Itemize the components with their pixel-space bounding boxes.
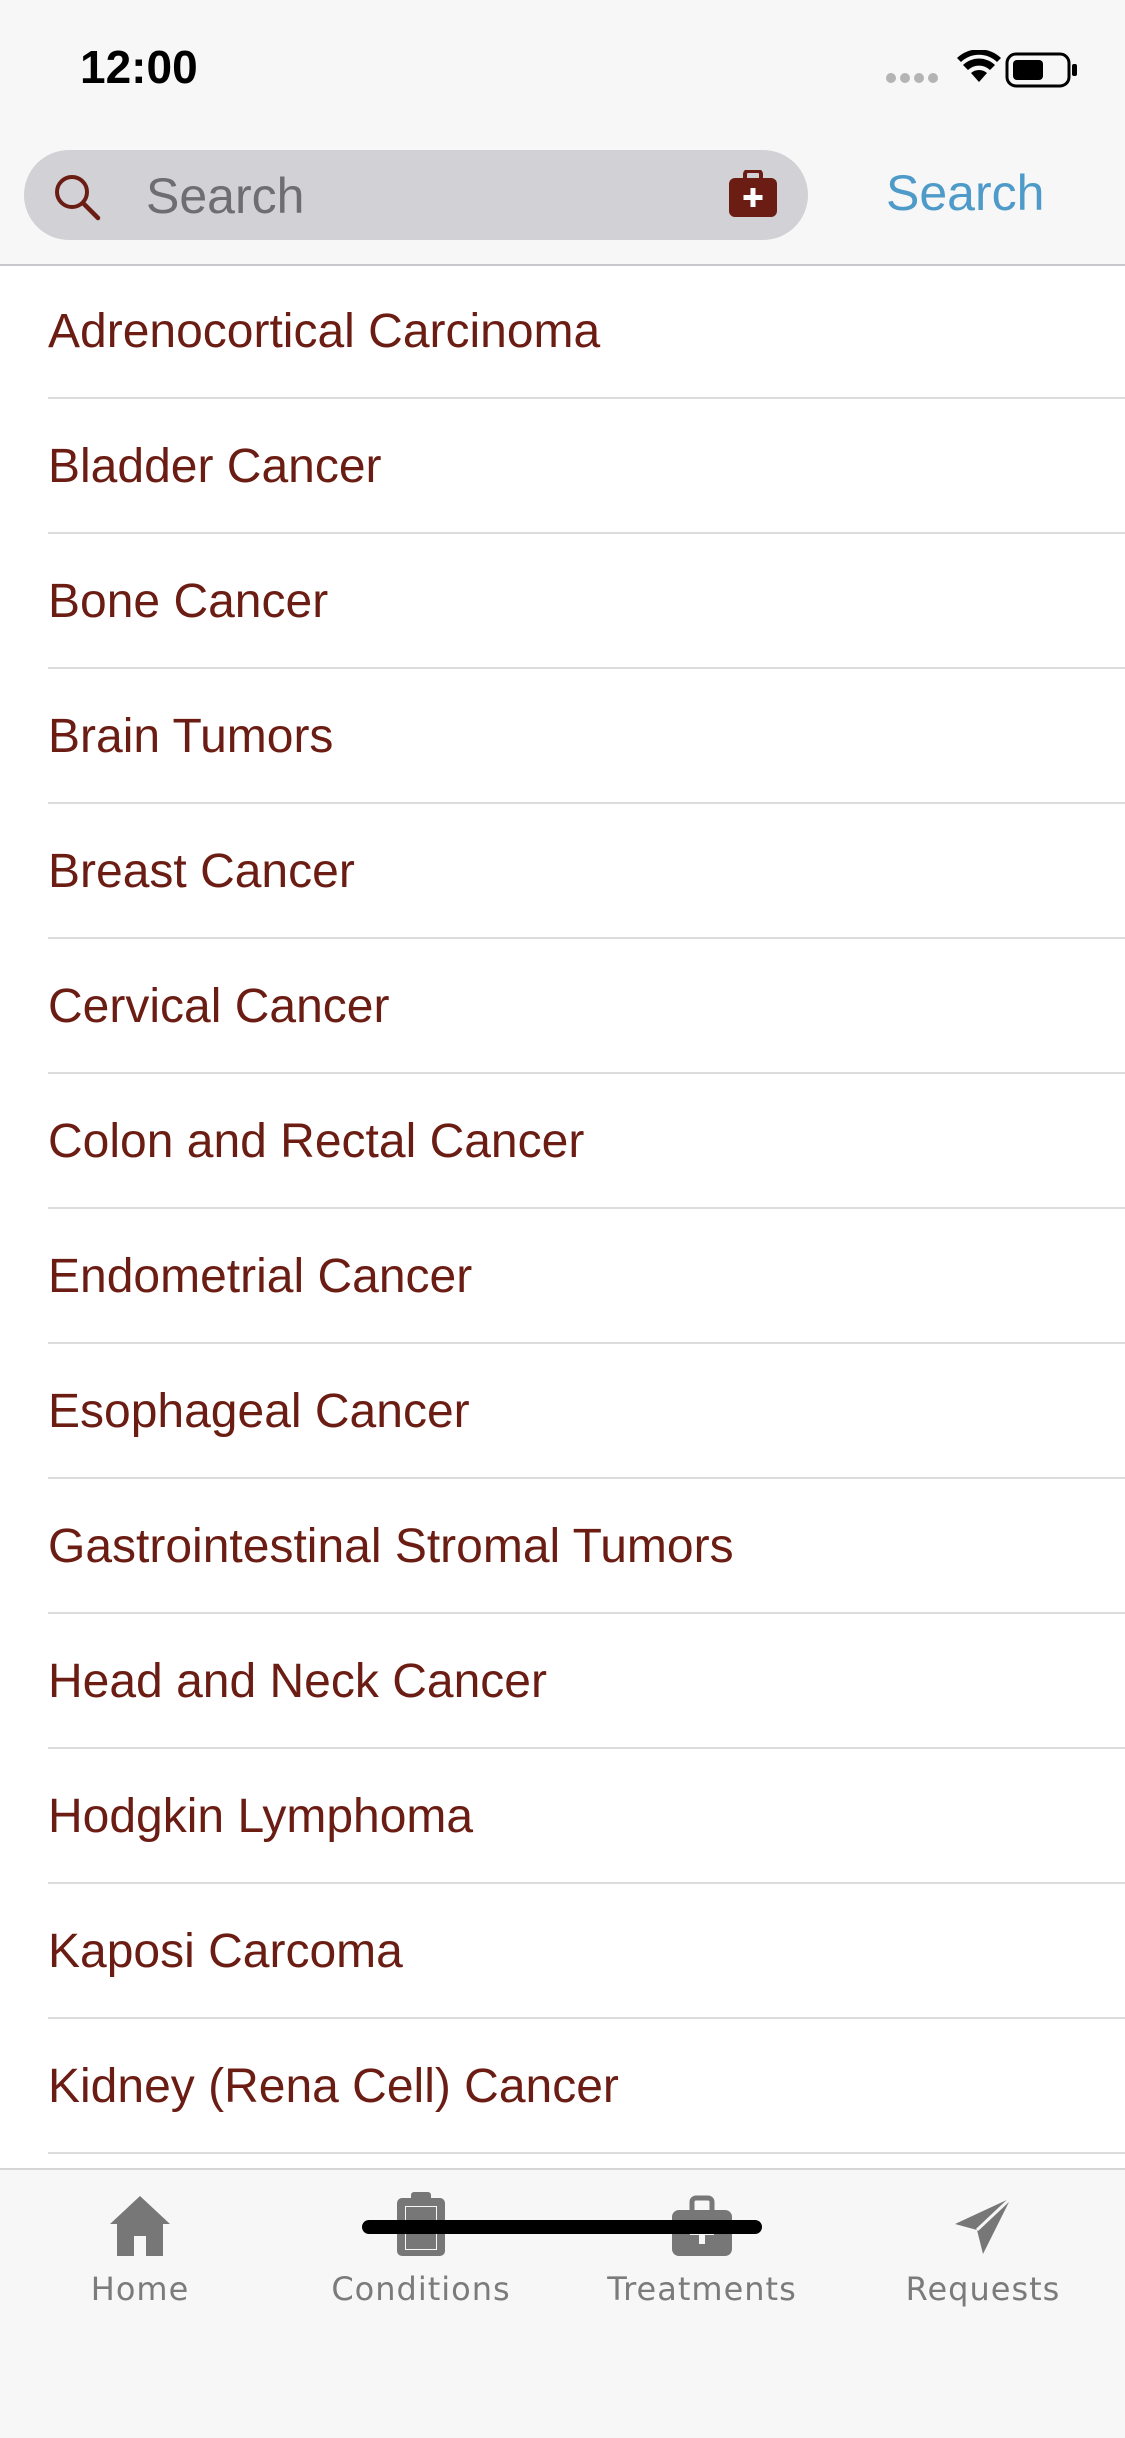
list-item[interactable]: Bladder Cancer <box>0 399 1125 534</box>
tab-label: Treatments <box>607 2270 797 2308</box>
tab-label: Home <box>90 2270 190 2308</box>
list-item-label: Brain Tumors <box>48 710 334 763</box>
list-item[interactable]: Kaposi Carcoma <box>0 1884 1125 2019</box>
list-item[interactable]: Endometrial Cancer <box>0 1209 1125 1344</box>
list-item-label: Endometrial Cancer <box>48 1250 473 1303</box>
list-item[interactable]: Head and Neck Cancer <box>0 1614 1125 1749</box>
list-item-label: Bladder Cancer <box>48 440 382 493</box>
wifi-icon <box>957 50 1001 82</box>
list-item-label: Cervical Cancer <box>48 980 390 1033</box>
list-item[interactable]: Breast Cancer <box>0 804 1125 939</box>
list-item[interactable]: Cervical Cancer <box>0 939 1125 1074</box>
home-indicator[interactable] <box>362 2220 762 2234</box>
list-item-label: Kidney (Rena Cell) Cancer <box>48 2060 619 2113</box>
tab-label: Requests <box>905 2270 1061 2308</box>
home-icon <box>110 2196 170 2256</box>
search-field[interactable] <box>24 150 808 240</box>
signal-icon <box>886 73 938 83</box>
tab-label: Conditions <box>331 2270 511 2308</box>
list-item[interactable]: Kidney (Rena Cell) Cancer <box>0 2019 1125 2154</box>
search-input[interactable] <box>144 162 708 230</box>
list-item-label: Bone Cancer <box>48 575 329 628</box>
tab-conditions[interactable]: Conditions <box>311 2190 531 2340</box>
list-item-label: Breast Cancer <box>48 845 355 898</box>
tab-treatments[interactable]: Treatments <box>592 2190 812 2340</box>
status-bar: 12:00 <box>0 0 1125 140</box>
list-item-label: Gastrointestinal Stromal Tumors <box>48 1520 734 1573</box>
search-icon <box>55 175 101 221</box>
medical-briefcase-icon[interactable] <box>728 170 778 218</box>
list-item-label: Hodgkin Lymphoma <box>48 1790 474 1843</box>
list-item[interactable]: Esophageal Cancer <box>0 1344 1125 1479</box>
status-time: 12:00 <box>80 41 198 93</box>
battery-icon <box>1005 52 1077 88</box>
list-item[interactable]: Colon and Rectal Cancer <box>0 1074 1125 1209</box>
tab-requests[interactable]: Requests <box>873 2190 1093 2340</box>
list-item-label: Adrenocortical Carcinoma <box>48 305 601 358</box>
tab-home[interactable]: Home <box>30 2190 250 2340</box>
search-button[interactable]: Search <box>886 164 1044 224</box>
list-item[interactable]: Gastrointestinal Stromal Tumors <box>0 1479 1125 1614</box>
search-header: Search <box>0 140 1125 266</box>
list-item-label: Esophageal Cancer <box>48 1385 470 1438</box>
paper-plane-icon <box>955 2196 1013 2254</box>
list-item-label: Head and Neck Cancer <box>48 1655 547 1708</box>
list-item[interactable]: Bone Cancer <box>0 534 1125 669</box>
list-item[interactable]: Hodgkin Lymphoma <box>0 1749 1125 1884</box>
conditions-list: Adrenocortical Carcinoma Bladder Cancer … <box>0 264 1125 2168</box>
list-item-label: Colon and Rectal Cancer <box>48 1115 585 1168</box>
list-item-label: Kaposi Carcoma <box>48 1925 403 1978</box>
tab-bar: Home Conditions Treatments Requests <box>0 2168 1125 2438</box>
list-item[interactable]: Adrenocortical Carcinoma <box>0 264 1125 399</box>
list-item[interactable]: Brain Tumors <box>0 669 1125 804</box>
